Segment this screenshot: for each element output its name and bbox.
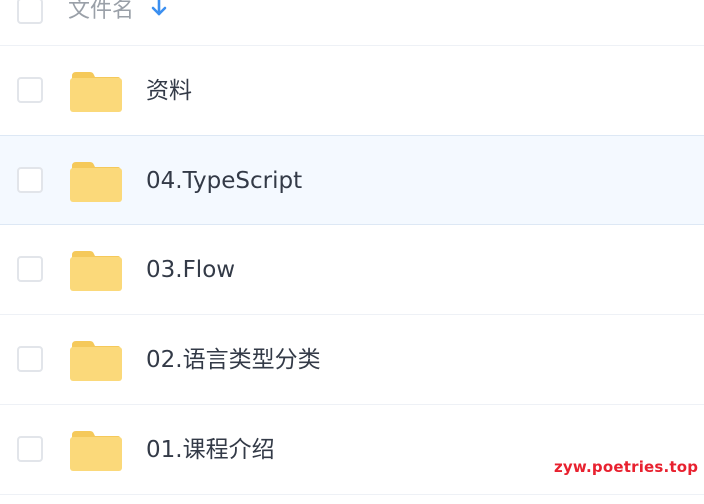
folder-icon — [70, 251, 122, 291]
folder-icon — [70, 341, 122, 381]
file-row[interactable]: 02.语言类型分类 — [0, 315, 704, 405]
row-checkbox[interactable] — [17, 77, 43, 103]
file-row[interactable]: 资料 — [0, 46, 704, 136]
list-header: 文件名 — [0, 0, 704, 46]
file-name[interactable]: 资料 — [146, 46, 192, 136]
file-row[interactable]: 03.Flow — [0, 225, 704, 315]
select-all-checkbox[interactable] — [17, 0, 43, 24]
row-checkbox[interactable] — [17, 256, 43, 282]
file-name[interactable]: 02.语言类型分类 — [146, 315, 321, 405]
file-row[interactable]: 01.课程介绍 — [0, 405, 704, 495]
row-checkbox[interactable] — [17, 436, 43, 462]
file-name[interactable]: 01.课程介绍 — [146, 405, 275, 495]
file-name[interactable]: 03.Flow — [146, 225, 235, 315]
filename-column-header[interactable]: 文件名 — [68, 0, 134, 24]
row-checkbox[interactable] — [17, 346, 43, 372]
arrow-down-icon[interactable] — [150, 0, 168, 18]
folder-icon — [70, 431, 122, 471]
row-checkbox[interactable] — [17, 167, 43, 193]
file-list: 文件名 资料 04.TypeScript 03.Flow 02.语言类型分类 0… — [0, 0, 704, 504]
file-row[interactable]: 04.TypeScript — [0, 135, 704, 225]
folder-icon — [70, 162, 122, 202]
file-name[interactable]: 04.TypeScript — [146, 136, 302, 226]
watermark: zyw.poetries.top — [554, 458, 699, 476]
folder-icon — [70, 72, 122, 112]
